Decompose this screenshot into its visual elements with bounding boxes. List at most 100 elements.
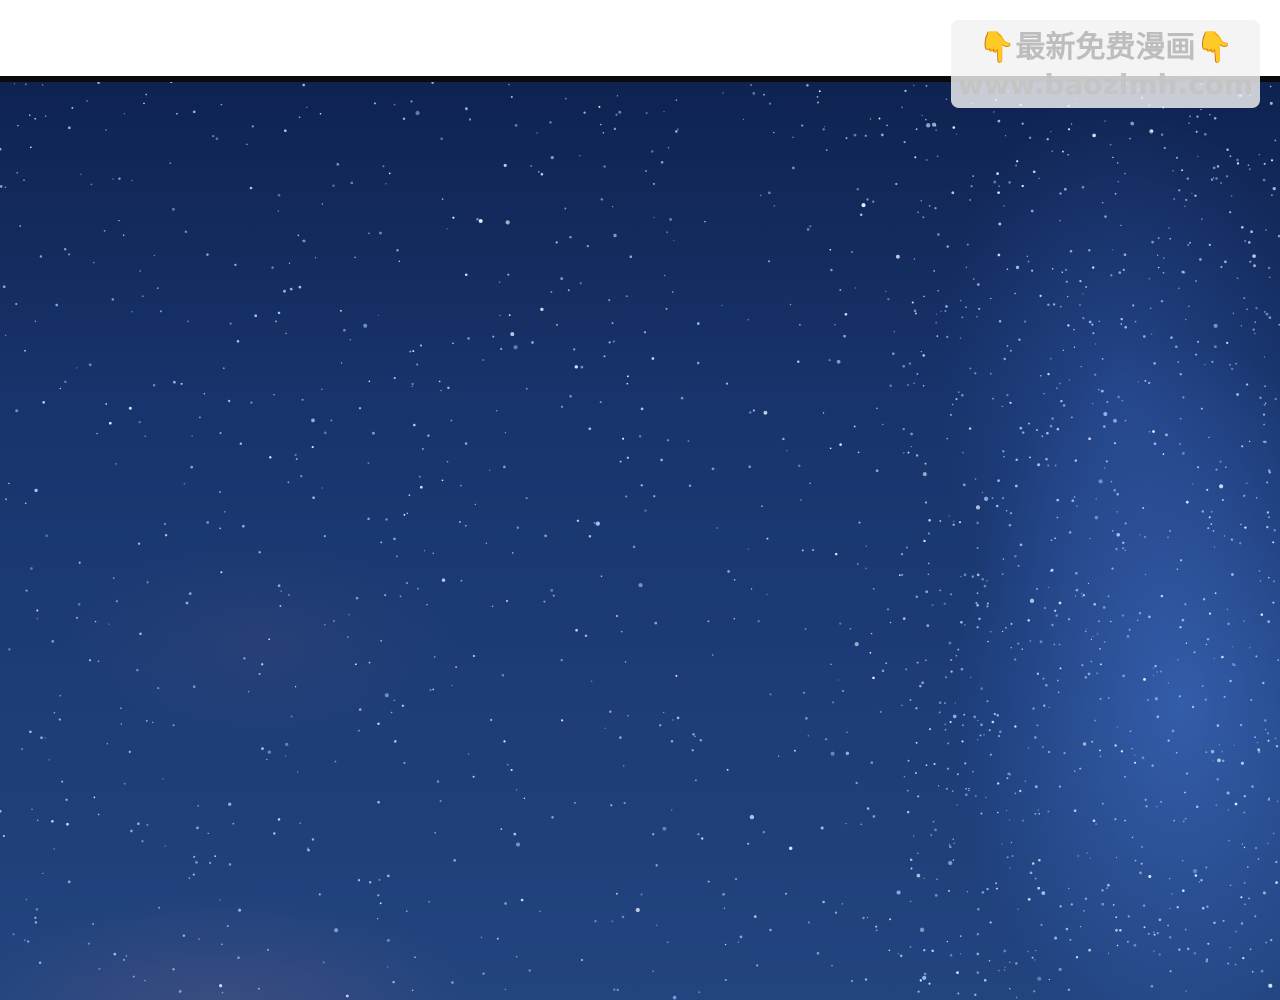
star — [1073, 809, 1077, 813]
star — [1267, 266, 1271, 270]
star — [963, 713, 966, 716]
star — [1061, 271, 1064, 273]
star — [747, 548, 749, 550]
star — [1008, 181, 1011, 184]
star — [1247, 866, 1249, 868]
star — [1189, 241, 1191, 244]
star — [401, 704, 405, 708]
star — [1101, 889, 1104, 892]
star — [660, 458, 663, 462]
star — [1177, 361, 1180, 363]
star — [716, 527, 719, 529]
star — [1120, 323, 1123, 325]
star — [540, 172, 544, 176]
star — [1003, 969, 1006, 971]
star — [822, 128, 825, 131]
star — [1050, 130, 1052, 133]
star — [332, 184, 335, 187]
star — [415, 110, 420, 116]
star — [1034, 959, 1036, 961]
star — [1046, 137, 1049, 141]
star — [164, 845, 166, 847]
star — [1080, 365, 1083, 368]
star — [1122, 674, 1125, 678]
star — [925, 590, 929, 594]
star — [923, 949, 926, 952]
star — [128, 406, 132, 410]
star — [199, 416, 201, 419]
star — [968, 787, 970, 790]
star — [1101, 357, 1104, 360]
star — [277, 311, 281, 315]
star — [251, 125, 254, 128]
star — [1124, 775, 1126, 778]
star — [1133, 943, 1137, 947]
star — [761, 505, 763, 508]
star — [1257, 748, 1261, 752]
star — [625, 495, 628, 498]
star — [949, 720, 952, 724]
star — [406, 512, 409, 515]
star — [1091, 740, 1094, 743]
star — [1120, 317, 1123, 321]
star — [379, 231, 382, 235]
star — [340, 362, 343, 364]
comic-page: 👇最新免费漫画👇 www.baozimh.com — [0, 0, 1280, 1000]
star — [1255, 497, 1258, 499]
star — [1084, 630, 1087, 633]
star — [1041, 891, 1046, 895]
star — [1126, 940, 1129, 943]
star — [405, 910, 408, 913]
star — [1213, 546, 1216, 548]
star — [662, 826, 667, 831]
star — [752, 92, 756, 95]
star — [650, 150, 654, 153]
star — [1034, 813, 1037, 815]
star — [97, 82, 100, 84]
star — [274, 320, 277, 323]
star — [782, 437, 785, 441]
star — [1184, 603, 1187, 606]
star — [1260, 613, 1264, 616]
star — [1117, 395, 1120, 399]
star — [1085, 628, 1088, 630]
star — [974, 993, 977, 996]
star — [839, 289, 842, 291]
star — [672, 719, 674, 721]
star — [902, 617, 906, 620]
star — [1063, 187, 1067, 191]
star — [1122, 268, 1125, 272]
star — [1171, 729, 1175, 733]
star — [834, 552, 838, 556]
star — [1243, 811, 1246, 814]
star — [869, 118, 872, 120]
star — [822, 900, 825, 904]
star — [1226, 791, 1230, 795]
star — [866, 807, 870, 810]
star — [386, 874, 390, 878]
star — [422, 448, 424, 450]
star — [907, 451, 910, 454]
star — [1177, 658, 1179, 661]
star — [1255, 655, 1258, 658]
star — [132, 975, 135, 978]
star — [1272, 541, 1275, 544]
star — [988, 959, 991, 962]
star — [1028, 136, 1032, 139]
star — [921, 681, 925, 685]
star — [998, 319, 1002, 323]
star — [1244, 903, 1246, 906]
star — [1231, 573, 1234, 576]
star — [1129, 730, 1132, 733]
star — [1154, 697, 1158, 701]
star — [488, 469, 491, 471]
star — [1223, 535, 1225, 537]
star — [1162, 271, 1165, 274]
star — [1230, 538, 1234, 541]
star — [17, 124, 19, 127]
star — [238, 908, 242, 912]
star — [1116, 726, 1119, 728]
star — [1085, 286, 1088, 288]
star — [1191, 705, 1195, 709]
star — [368, 661, 371, 664]
